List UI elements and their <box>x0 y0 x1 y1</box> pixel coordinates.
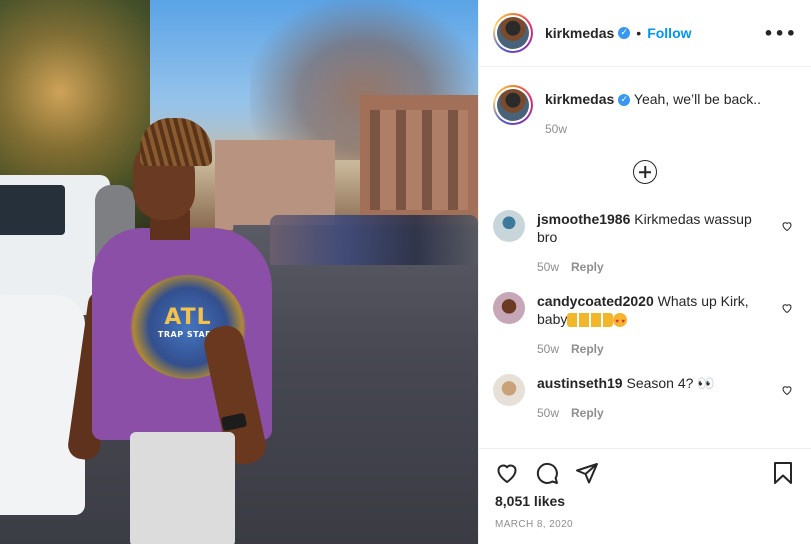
light-jeans <box>130 432 235 544</box>
comment-username[interactable]: jsmoothe1986 <box>537 211 630 227</box>
comment-bubble-icon[interactable] <box>535 461 559 485</box>
story-ring[interactable] <box>493 13 533 53</box>
avatar[interactable] <box>497 89 529 121</box>
header-username[interactable]: kirkmedas <box>545 25 614 41</box>
comment-meta: 50w Reply <box>537 340 767 358</box>
like-heart-icon[interactable] <box>495 461 519 485</box>
caption-time[interactable]: 50w <box>545 122 567 136</box>
comment: austinseth19 Season 4? 👀 50w Reply <box>493 374 797 422</box>
heart-icon[interactable] <box>781 220 793 232</box>
building <box>360 95 478 230</box>
comment-username[interactable]: candycoated2020 <box>537 293 654 309</box>
caption-text: Yeah, we’ll be back.. <box>633 91 762 107</box>
comment: jsmoothe1986 Kirkmedas wassup bro 50w Rep… <box>493 210 797 276</box>
post-date[interactable]: MARCH 8, 2020 <box>495 519 795 530</box>
comment-meta: 50w Reply <box>537 258 767 276</box>
white-car <box>0 295 85 515</box>
likes-count[interactable]: 8,051 likes <box>495 493 795 509</box>
more-options-icon[interactable]: ••• <box>763 24 797 43</box>
comments-section[interactable]: kirkmedas ✓ Yeah, we’ll be back.. 50w jsm… <box>479 67 811 448</box>
comment-username[interactable]: austinseth19 <box>537 375 623 391</box>
load-more-comments[interactable] <box>493 160 797 184</box>
commenter-avatar[interactable] <box>493 292 525 324</box>
plus-circle-icon[interactable] <box>633 160 657 184</box>
post-side-panel: kirkmedas ✓ • Follow ••• kirkmedas ✓ Yeah… <box>478 0 811 544</box>
reply-button[interactable]: Reply <box>571 260 604 274</box>
post-photo[interactable]: ATL TRAP STARS <box>0 0 478 544</box>
bookmark-icon[interactable] <box>771 461 795 485</box>
parked-cars <box>270 215 478 265</box>
raising-hands-emoji-icon <box>567 313 614 328</box>
reply-button[interactable]: Reply <box>571 406 604 420</box>
instagram-post: ATL TRAP STARS kirkmedas ✓ • Follow ••• <box>0 0 811 544</box>
comment-time[interactable]: 50w <box>537 406 559 420</box>
follow-button[interactable]: Follow <box>647 25 691 41</box>
verified-badge-icon: ✓ <box>618 94 631 107</box>
comment-time[interactable]: 50w <box>537 260 559 274</box>
heart-eyes-emoji-icon <box>613 313 628 331</box>
avatar[interactable] <box>497 17 529 49</box>
caption: kirkmedas ✓ Yeah, we’ll be back.. 50w <box>493 85 797 138</box>
comment-time[interactable]: 50w <box>537 342 559 356</box>
share-paper-plane-icon[interactable] <box>575 461 599 485</box>
comment: candycoated2020 Whats up Kirk, baby 50wR… <box>493 292 797 358</box>
caption-meta: 50w <box>545 120 775 138</box>
post-header: kirkmedas ✓ • Follow ••• <box>479 0 811 67</box>
comment-text: Season 4? 👀 <box>626 375 715 391</box>
commenter-avatar[interactable] <box>493 374 525 406</box>
heart-icon[interactable] <box>781 384 793 396</box>
heart-icon[interactable] <box>781 302 793 314</box>
story-ring[interactable] <box>493 85 533 125</box>
separator-dot: • <box>636 25 642 41</box>
post-actions: 8,051 likes MARCH 8, 2020 <box>479 448 811 544</box>
caption-username[interactable]: kirkmedas <box>545 91 614 107</box>
commenter-avatar[interactable] <box>493 210 525 242</box>
reply-button[interactable]: Reply <box>571 342 604 356</box>
verified-badge-icon: ✓ <box>618 27 631 39</box>
action-icons <box>495 461 795 485</box>
comment-meta: 50w Reply <box>537 404 767 422</box>
